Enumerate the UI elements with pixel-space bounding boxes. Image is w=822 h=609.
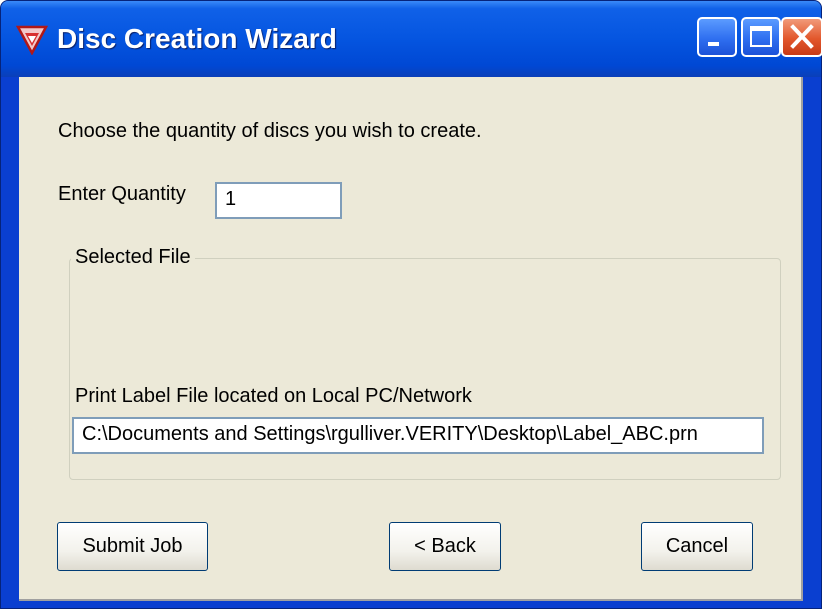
quantity-label: Enter Quantity	[58, 183, 186, 205]
selected-file-group-title: Selected File	[71, 245, 195, 269]
minimize-icon	[708, 42, 719, 46]
submit-job-button[interactable]: Submit Job	[57, 522, 208, 571]
instruction-text: Choose the quantity of discs you wish to…	[58, 120, 482, 142]
title-bar[interactable]: Disc Creation Wizard	[1, 1, 822, 77]
wizard-window: Disc Creation Wizard Choose the quantity…	[0, 0, 822, 609]
file-path-field[interactable]: C:\Documents and Settings\rgulliver.VERI…	[72, 417, 764, 454]
quantity-input[interactable]: 1	[215, 182, 342, 219]
back-button[interactable]: < Back	[389, 522, 501, 571]
maximize-button[interactable]	[741, 17, 781, 57]
file-location-label: Print Label File located on Local PC/Net…	[75, 385, 472, 407]
maximize-icon	[750, 26, 772, 47]
cancel-button[interactable]: Cancel	[641, 522, 753, 571]
minimize-button[interactable]	[697, 17, 737, 57]
window-title: Disc Creation Wizard	[57, 23, 337, 54]
close-icon	[790, 24, 814, 49]
close-button[interactable]	[781, 17, 822, 57]
wizard-app-icon	[15, 25, 49, 55]
